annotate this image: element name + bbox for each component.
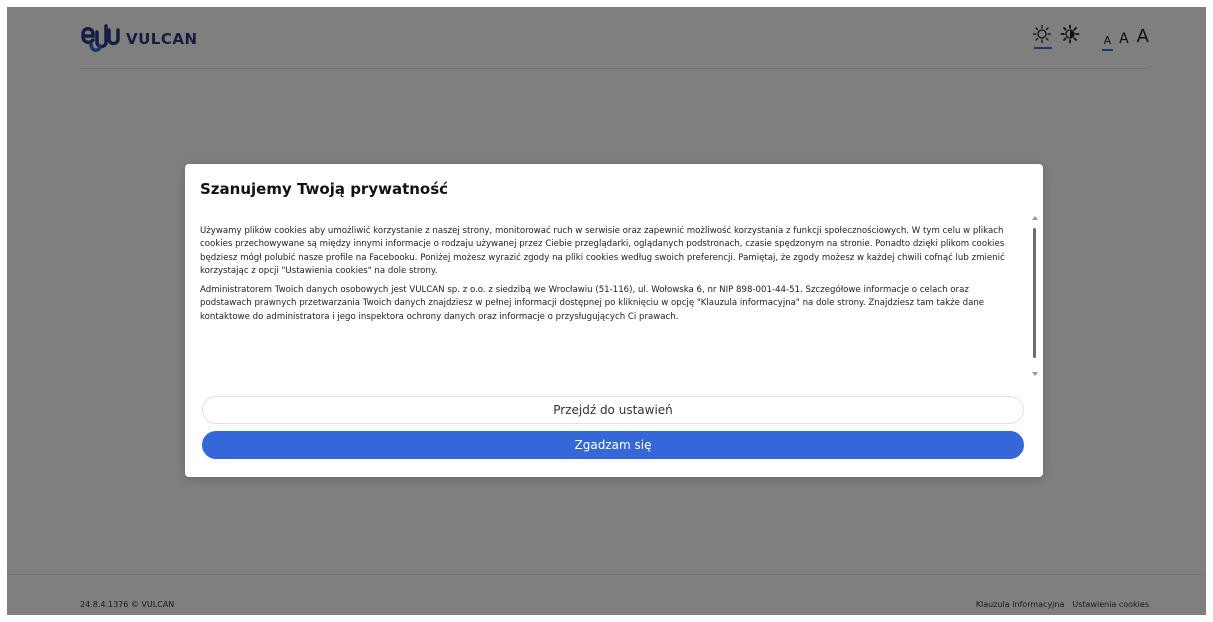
modal-body: Używamy plików cookies aby umożliwić kor… <box>200 225 1018 373</box>
edge-mask <box>0 0 7 622</box>
modal-scrollbar[interactable] <box>1031 216 1039 376</box>
accept-cookies-button[interactable]: Zgadzam się <box>202 431 1024 459</box>
go-to-settings-button[interactable]: Przejdź do ustawień <box>202 396 1024 424</box>
scroll-down-arrow-icon[interactable] <box>1032 372 1038 376</box>
modal-title: Szanujemy Twoją prywatność <box>200 180 449 198</box>
edge-mask <box>1206 0 1213 622</box>
edge-mask <box>0 615 1213 622</box>
modal-paragraph-cookies: Używamy plików cookies aby umożliwić kor… <box>200 226 1005 276</box>
scroll-up-arrow-icon[interactable] <box>1032 216 1038 220</box>
cookie-consent-modal: Szanujemy Twoją prywatność Używamy plikó… <box>185 164 1043 477</box>
scroll-thumb[interactable] <box>1033 228 1036 358</box>
edge-mask <box>0 0 1213 7</box>
modal-paragraph-administrator: Administratorem Twoich danych osobowych … <box>200 285 985 322</box>
